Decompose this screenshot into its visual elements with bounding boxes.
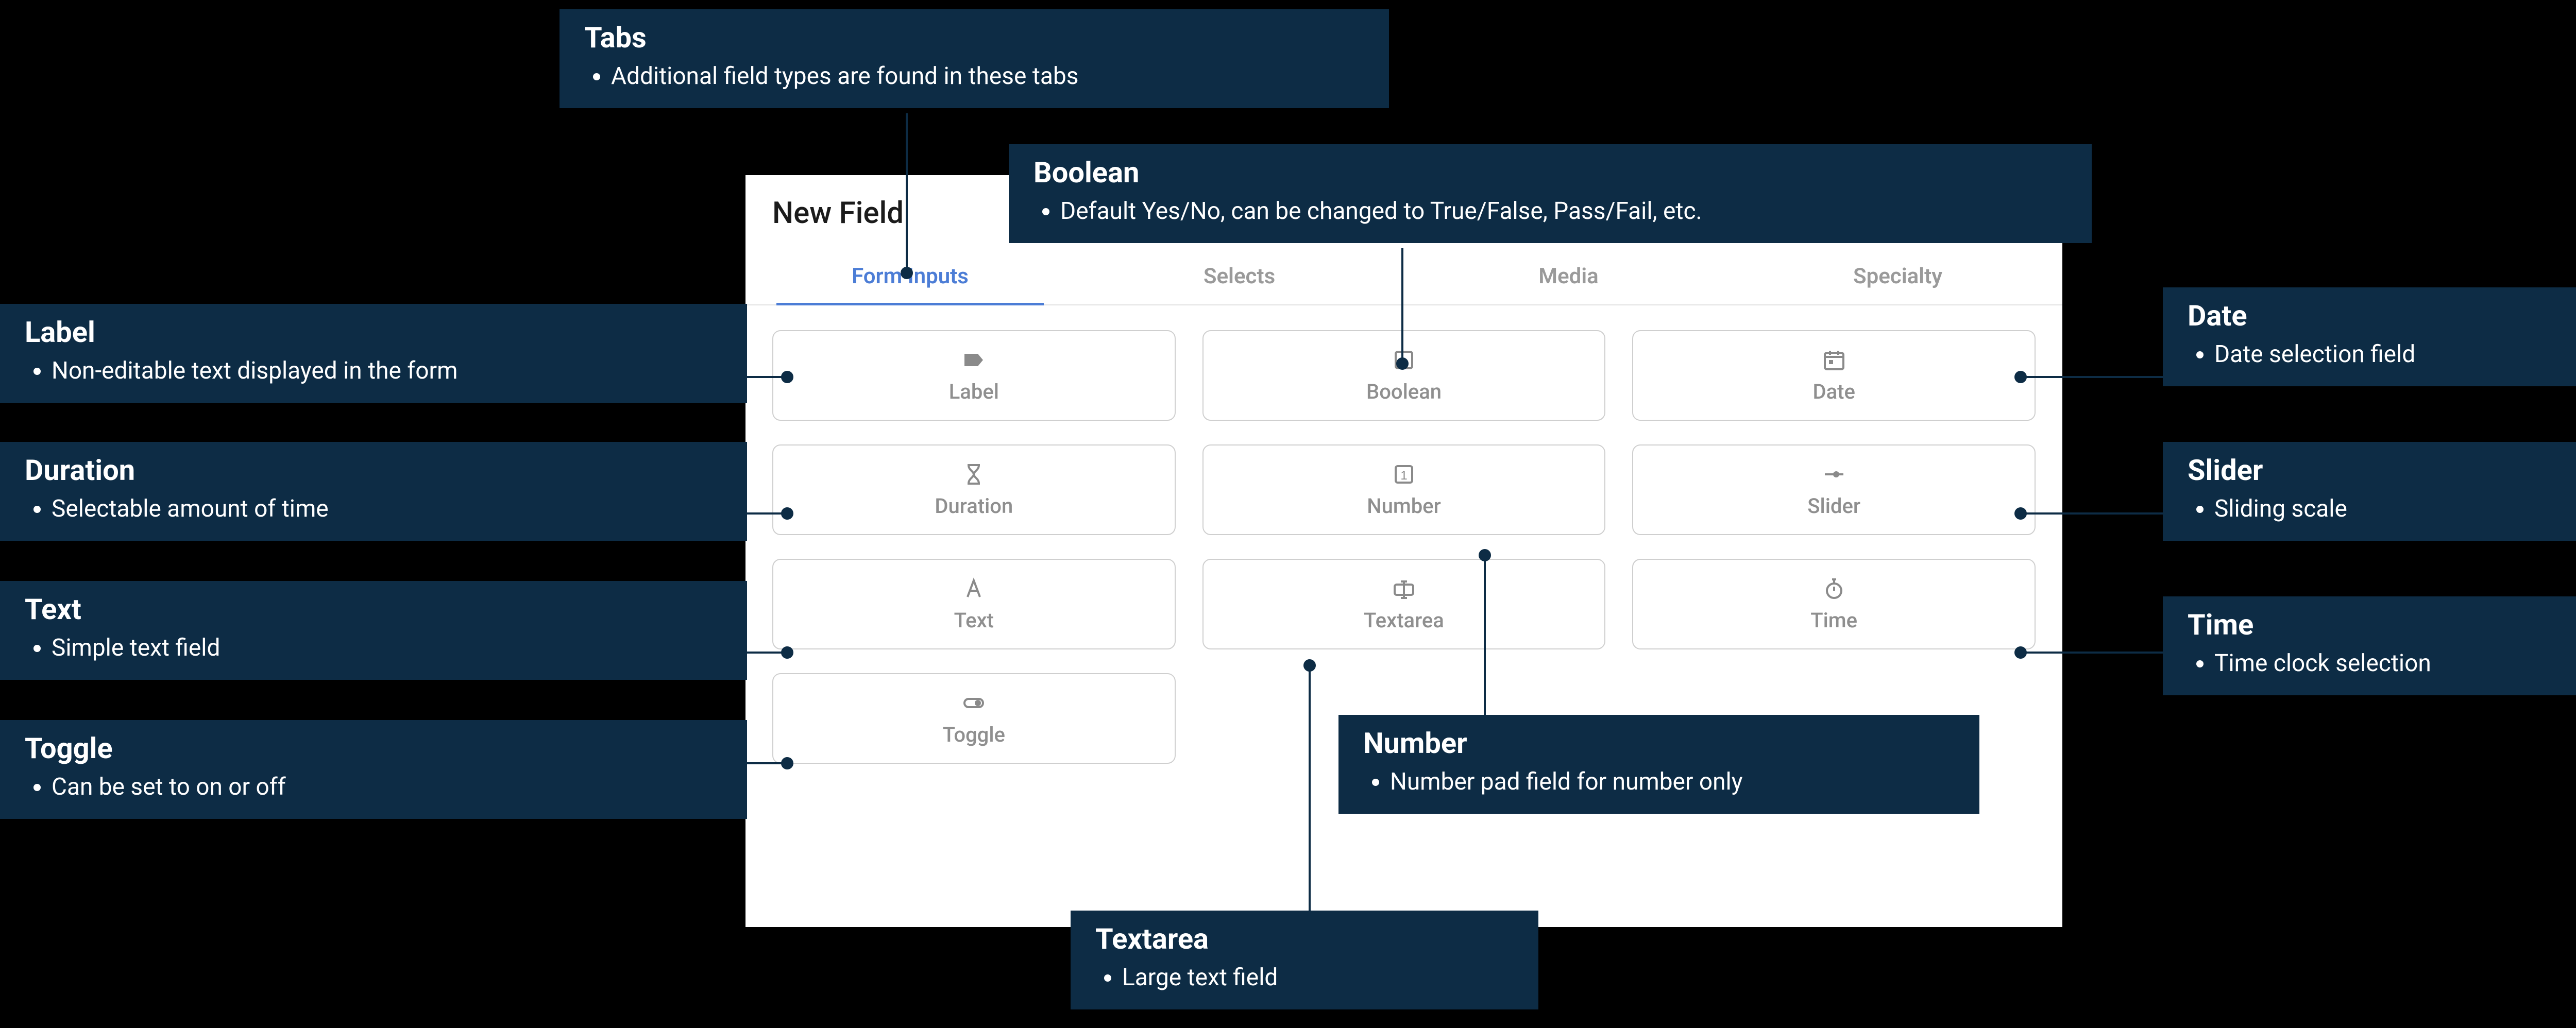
field-tile-slider[interactable]: Slider (1632, 444, 2036, 535)
callout-desc: Default Yes/No, can be changed to True/F… (1060, 195, 2067, 228)
tile-label: Boolean (1366, 380, 1442, 404)
callout-boolean: Boolean Default Yes/No, can be changed t… (1009, 144, 2092, 243)
connector (906, 113, 908, 273)
connector-dot (2014, 646, 2027, 659)
connector (747, 762, 783, 764)
connector-dot (781, 371, 793, 383)
tab-media[interactable]: Media (1404, 251, 1733, 304)
callout-title: Text (25, 592, 722, 626)
connector (2025, 652, 2163, 654)
callout-desc: Time clock selection (2214, 647, 2576, 680)
callout-title: Boolean (1033, 156, 2067, 190)
tile-label: Date (1812, 380, 1855, 404)
connector (747, 512, 783, 515)
callout-desc: Can be set to on or off (52, 770, 722, 803)
text-cursor-icon (1392, 576, 1416, 601)
tile-label: Toggle (943, 723, 1005, 747)
new-field-panel: New Field Form Inputs Selects Media Spec… (745, 175, 2062, 927)
connector (2025, 376, 2163, 378)
connector-dot (781, 757, 793, 769)
connector (1401, 248, 1403, 364)
callout-tabs: Tabs Additional field types are found in… (560, 9, 1389, 108)
connector-dot (1303, 659, 1316, 672)
callout-duration: Duration Selectable amount of time (0, 442, 747, 541)
callout-date: Date Date selection field (2163, 287, 2576, 386)
tile-label: Slider (1807, 494, 1860, 518)
slider-icon (1822, 462, 1846, 487)
connector-dot (1479, 549, 1491, 561)
tab-selects[interactable]: Selects (1075, 251, 1404, 304)
tile-label: Text (954, 608, 994, 632)
stopwatch-icon (1822, 576, 1846, 601)
callout-title: Toggle (25, 731, 722, 765)
tab-specialty[interactable]: Specialty (1733, 251, 2062, 304)
connector-dot (781, 646, 793, 659)
field-grid: Label Boolean Date (772, 330, 2036, 764)
connector (747, 652, 783, 654)
callout-slider: Slider Sliding scale (2163, 442, 2576, 541)
connector-dot (1396, 357, 1409, 370)
callout-title: Tabs (584, 21, 1364, 55)
callout-desc: Simple text field (52, 631, 722, 664)
callout-desc: Sliding scale (2214, 492, 2576, 525)
callout-textarea: Textarea Large text field (1071, 911, 1538, 1009)
callout-title: Duration (25, 453, 722, 487)
tile-label: Time (1810, 608, 1857, 632)
callout-title: Slider (2188, 453, 2576, 487)
callout-desc: Date selection field (2214, 338, 2576, 371)
number-box-icon: 1 (1392, 462, 1416, 487)
connector-dot (901, 267, 913, 279)
field-tile-label[interactable]: Label (772, 330, 1176, 421)
letter-a-icon (961, 576, 986, 601)
field-tile-number[interactable]: 1 Number (1202, 444, 1606, 535)
diagram-stage: New Field Form Inputs Selects Media Spec… (0, 0, 2576, 1028)
connector-dot (2014, 371, 2027, 383)
callout-desc: Large text field (1122, 961, 1514, 994)
field-tile-boolean[interactable]: Boolean (1202, 330, 1606, 421)
hourglass-icon (961, 462, 986, 487)
field-tile-text[interactable]: Text (772, 559, 1176, 649)
field-tile-textarea[interactable]: Textarea (1202, 559, 1606, 649)
callout-label: Label Non-editable text displayed in the… (0, 304, 747, 403)
callout-time: Time Time clock selection (2163, 596, 2576, 695)
tile-label: Textarea (1364, 608, 1444, 632)
callout-text: Text Simple text field (0, 581, 747, 680)
callout-number: Number Number pad field for number only (1338, 715, 1979, 814)
connector-dot (2014, 507, 2027, 520)
field-tile-toggle[interactable]: Toggle (772, 673, 1176, 764)
toggle-icon (961, 691, 986, 715)
label-icon (961, 348, 986, 372)
connector-dot (781, 507, 793, 520)
tile-label: Duration (935, 494, 1013, 518)
field-grid-wrap: Label Boolean Date (745, 305, 2062, 764)
svg-text:1: 1 (1400, 469, 1407, 483)
calendar-icon (1822, 348, 1846, 372)
tabs-bar: Form Inputs Selects Media Specialty (745, 246, 2062, 305)
callout-toggle: Toggle Can be set to on or off (0, 720, 747, 819)
callout-desc: Non-editable text displayed in the form (52, 354, 722, 387)
field-tile-time[interactable]: Time (1632, 559, 2036, 649)
callout-title: Time (2188, 608, 2576, 642)
connector (1309, 664, 1311, 911)
tile-label: Number (1367, 494, 1441, 518)
callout-title: Number (1363, 726, 1955, 760)
field-tile-date[interactable]: Date (1632, 330, 2036, 421)
callout-title: Label (25, 315, 722, 349)
connector (747, 376, 783, 378)
callout-title: Textarea (1095, 922, 1514, 956)
callout-desc: Additional field types are found in thes… (611, 60, 1364, 93)
callout-desc: Number pad field for number only (1390, 765, 1955, 798)
connector (1484, 554, 1486, 715)
tile-label: Label (949, 380, 999, 404)
callout-desc: Selectable amount of time (52, 492, 722, 525)
connector (2025, 512, 2163, 515)
callout-title: Date (2188, 299, 2576, 333)
field-tile-duration[interactable]: Duration (772, 444, 1176, 535)
